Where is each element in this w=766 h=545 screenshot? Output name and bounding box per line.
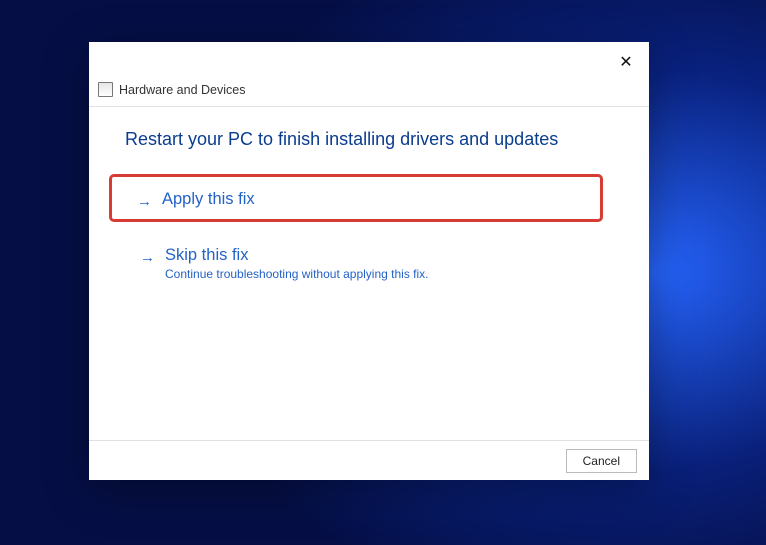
cancel-button-label: Cancel <box>583 454 620 468</box>
skip-fix-subtext: Continue troubleshooting without applyin… <box>165 267 429 281</box>
dialog-title: Hardware and Devices <box>119 83 245 97</box>
skip-fix-label: Skip this fix <box>165 246 429 265</box>
apply-fix-label: Apply this fix <box>162 190 255 209</box>
apply-fix-text: Apply this fix <box>162 190 255 209</box>
skip-fix-text: Skip this fix Continue troubleshooting w… <box>165 246 429 281</box>
cancel-button[interactable]: Cancel <box>566 449 637 473</box>
troubleshooter-icon <box>98 82 113 97</box>
dialog-footer: Cancel <box>89 440 649 480</box>
close-button[interactable]: ✕ <box>617 54 635 72</box>
troubleshooter-dialog: ✕ Hardware and Devices Restart your PC t… <box>89 42 649 480</box>
dialog-heading: Restart your PC to finish installing dri… <box>125 129 613 150</box>
close-icon: ✕ <box>619 54 632 71</box>
arrow-right-icon: → <box>140 248 155 268</box>
arrow-right-icon: → <box>137 192 152 212</box>
apply-fix-option[interactable]: → Apply this fix <box>109 174 603 222</box>
dialog-header: ✕ Hardware and Devices <box>89 42 649 107</box>
dialog-title-row: Hardware and Devices <box>98 82 245 97</box>
skip-fix-option[interactable]: → Skip this fix Continue troubleshooting… <box>112 236 613 287</box>
dialog-body: Restart your PC to finish installing dri… <box>89 107 649 440</box>
